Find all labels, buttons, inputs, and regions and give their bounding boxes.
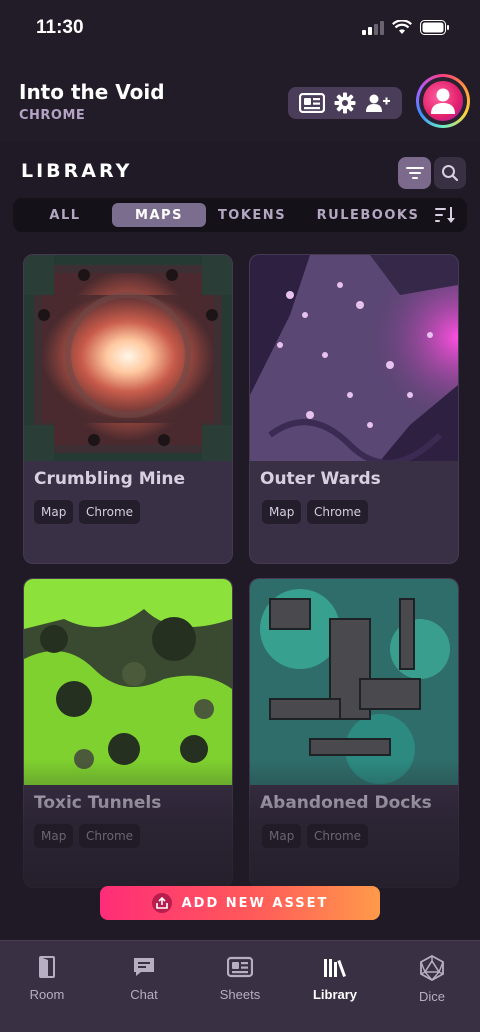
tag-chip: Chrome	[307, 824, 369, 848]
nav-sheets[interactable]: Sheets	[192, 955, 288, 1017]
nav-dice[interactable]: Dice	[384, 955, 480, 1017]
asset-title: Toxic Tunnels	[34, 793, 162, 813]
library-tabs: ALL MAPS TOKENS RULEBOOKS	[13, 198, 467, 232]
tag-chip: Chrome	[79, 500, 141, 524]
map-thumbnail	[24, 255, 232, 461]
nav-label: Chat	[130, 987, 158, 1002]
add-new-asset-button[interactable]: ADD NEW ASSET	[100, 886, 380, 920]
search-button[interactable]	[434, 157, 466, 189]
sheet-icon[interactable]	[298, 93, 325, 113]
filter-icon	[405, 167, 424, 179]
nav-label: Room	[29, 987, 65, 1002]
filter-button[interactable]	[398, 157, 431, 189]
chat-icon	[134, 958, 154, 976]
asset-card[interactable]: Crumbling Mine Map Chrome	[23, 254, 233, 564]
user-icon	[431, 88, 455, 114]
status-icons	[362, 20, 450, 35]
tag-chip: Map	[34, 500, 74, 524]
door-icon	[39, 956, 55, 978]
tag-chip: Chrome	[79, 824, 141, 848]
nav-label: Sheets	[219, 987, 261, 1002]
status-bar: 11:30	[0, 0, 480, 58]
status-time: 11:30	[36, 17, 84, 38]
nav-chat[interactable]: Chat	[96, 955, 192, 1017]
asset-card[interactable]: Outer Wards Map Chrome	[249, 254, 459, 564]
sort-icon[interactable]	[434, 205, 456, 225]
signal-icon	[362, 20, 384, 35]
tab-rulebooks[interactable]: RULEBOOKS	[313, 203, 423, 227]
room-subtitle: CHROME	[19, 108, 86, 123]
add-user-icon[interactable]	[365, 93, 391, 113]
add-new-asset-label: ADD NEW ASSET	[181, 895, 329, 911]
asset-title: Crumbling Mine	[34, 469, 186, 489]
battery-icon	[420, 20, 449, 35]
asset-card[interactable]: Toxic Tunnels Map Chrome	[23, 578, 233, 888]
wifi-icon	[392, 20, 412, 34]
room-title: Into the Void	[19, 80, 165, 104]
tag-chip: Map	[34, 824, 74, 848]
map-thumbnail	[250, 579, 458, 785]
tab-maps[interactable]: MAPS	[112, 203, 206, 227]
tag-chip: Map	[262, 824, 302, 848]
nav-room[interactable]: Room	[0, 955, 95, 1017]
nav-label: Dice	[418, 989, 445, 1004]
library-title: LIBRARY	[21, 160, 133, 182]
tag-chip: Map	[262, 500, 302, 524]
library-icon	[324, 959, 346, 977]
map-thumbnail	[250, 255, 458, 461]
user-avatar[interactable]	[416, 74, 470, 128]
upload-icon	[151, 893, 172, 913]
tab-all[interactable]: ALL	[25, 203, 105, 227]
bottom-nav: Room Chat Sheets Library Dice	[0, 940, 480, 1032]
asset-title: Abandoned Docks	[260, 793, 432, 813]
tag-chip: Chrome	[307, 500, 369, 524]
nav-label: Library	[312, 987, 358, 1002]
room-header: Into the Void CHROME	[0, 58, 480, 142]
search-icon	[442, 165, 459, 182]
d20-icon	[420, 955, 444, 981]
map-thumbnail	[24, 579, 232, 785]
nav-library[interactable]: Library	[287, 955, 383, 1017]
asset-card[interactable]: Abandoned Docks Map Chrome	[249, 578, 459, 888]
sheet-icon	[227, 956, 253, 978]
gear-icon[interactable]	[334, 92, 356, 114]
asset-title: Outer Wards	[260, 469, 381, 489]
header-toolbar	[288, 87, 402, 119]
tab-tokens[interactable]: TOKENS	[211, 203, 293, 227]
